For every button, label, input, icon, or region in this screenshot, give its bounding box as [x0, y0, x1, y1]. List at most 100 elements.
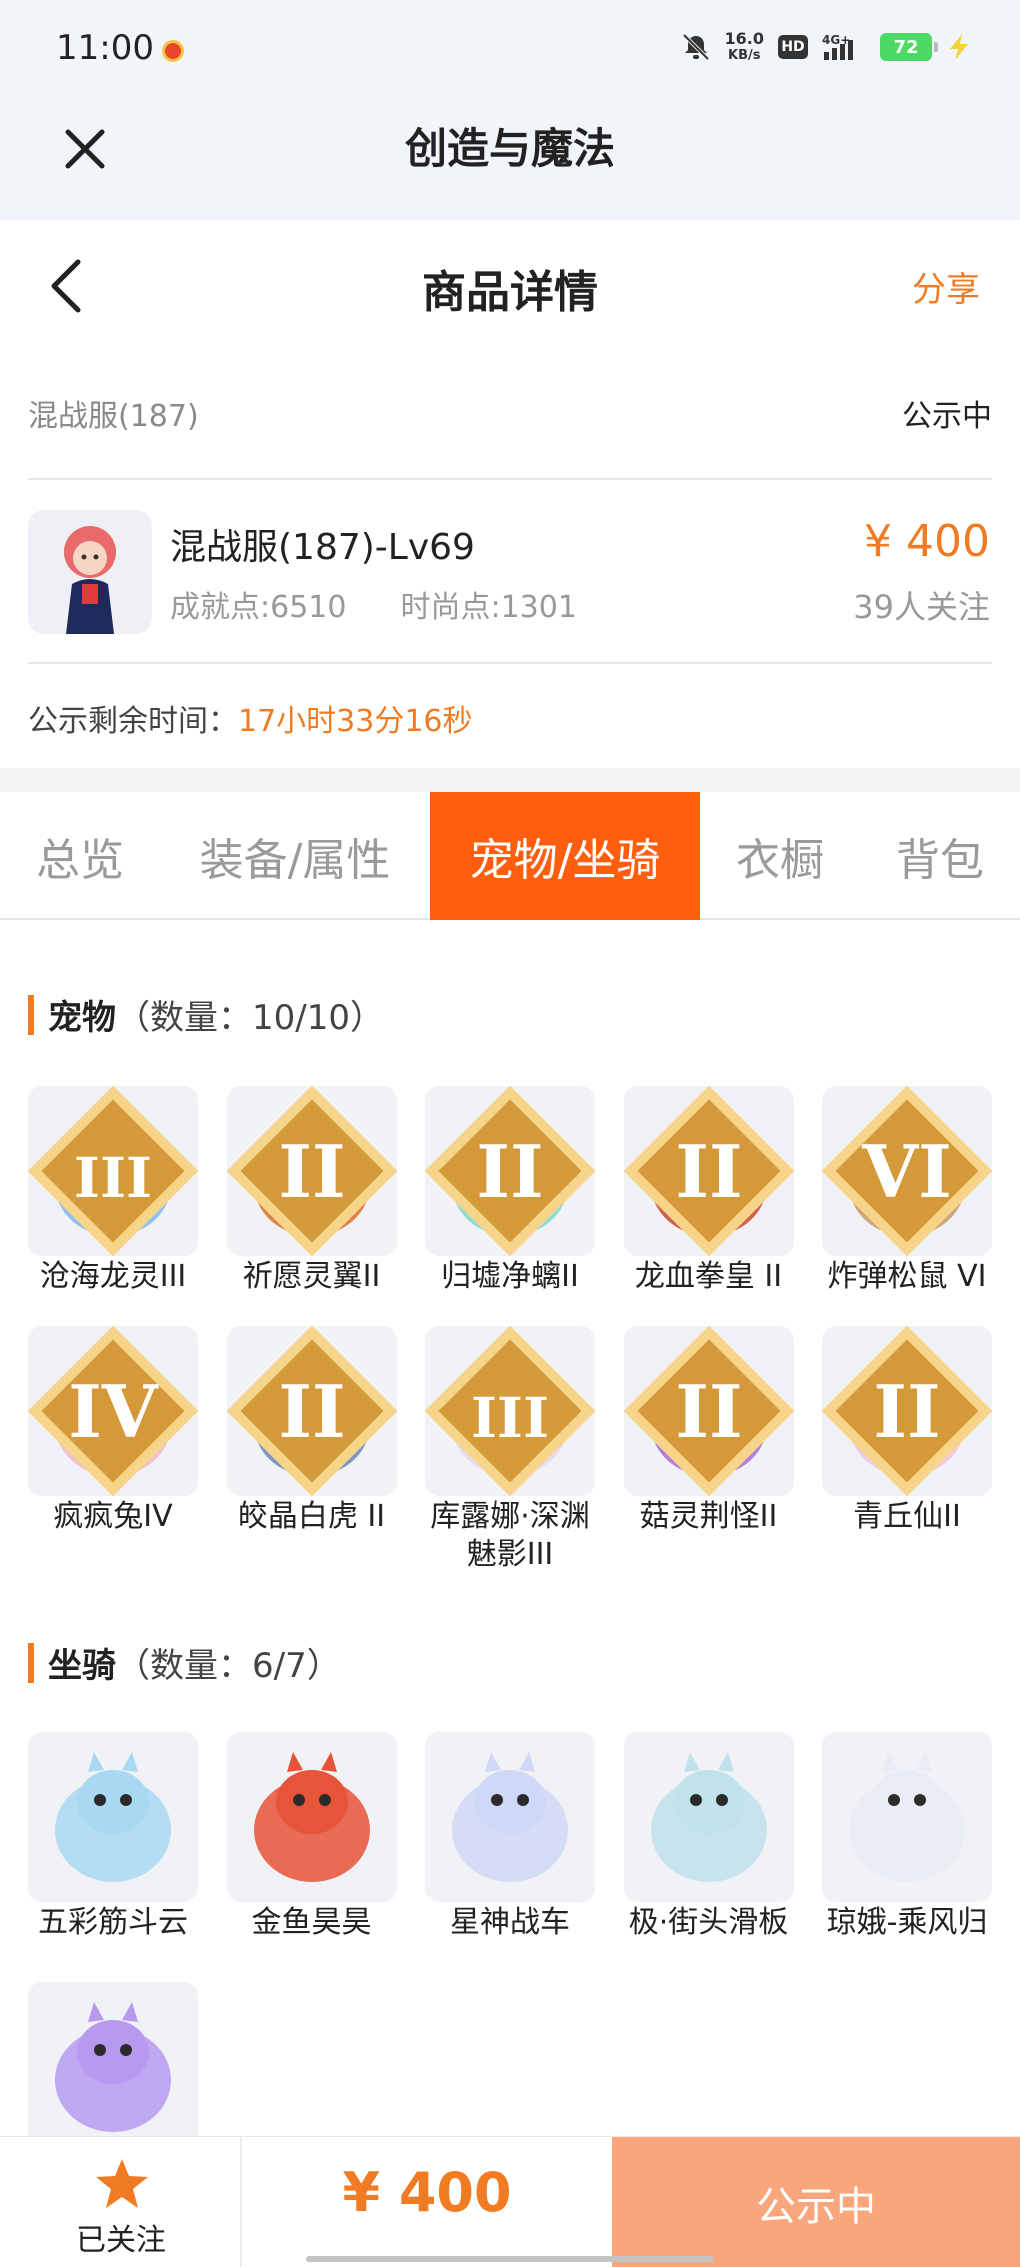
mount-card[interactable]: 琼娥-乘风归 — [822, 1732, 992, 1970]
svg-text:II: II — [476, 1129, 543, 1214]
mount-card[interactable]: 星神战车 — [425, 1732, 595, 1970]
pet-card-name: 库露娜·深渊魅影III — [430, 1499, 590, 1572]
mount-card[interactable]: 五彩筋斗云 — [28, 1732, 198, 1970]
pet-card-image: II — [226, 1326, 397, 1496]
status-icons: 16.0 KB/s HD 4G+ 72 — [681, 30, 972, 64]
pet-card-name: 祈愿灵翼II — [242, 1259, 381, 1294]
svg-text:VI: VI — [861, 1129, 951, 1214]
creature-art — [623, 1732, 794, 1902]
app-header: 11:00 16.0 KB/s HD 4G+ 72 创造与魔法 — [0, 0, 1020, 220]
pet-card-image: III — [28, 1086, 198, 1256]
grade-badge-icon: II — [822, 1326, 992, 1496]
achievement-points: 成就点:6510 — [170, 590, 347, 625]
pet-card-image: VI — [822, 1086, 992, 1256]
grade-badge-icon: III — [28, 1086, 198, 1256]
follow-label: 已关注 — [76, 2223, 166, 2258]
tab-equipment[interactable]: 装备/属性 — [160, 792, 430, 920]
tab-overview[interactable]: 总览 — [0, 792, 160, 920]
svg-text:IV: IV — [68, 1369, 159, 1454]
bottom-bar: 已关注 ¥ 400 公示中 — [0, 2136, 1020, 2267]
pet-card[interactable]: II 归墟净螭II — [425, 1086, 595, 1324]
svg-text:III: III — [74, 1146, 152, 1211]
pet-card-name: 疯疯兔IV — [53, 1499, 173, 1534]
mount-card-name: 金鱼昊昊 — [251, 1905, 372, 1940]
pet-card-name: 炸弹松鼠 VI — [827, 1259, 987, 1294]
signal-icon: 4G+ — [822, 33, 853, 60]
mount-card-image — [623, 1732, 794, 1902]
pet-card-image: II — [623, 1086, 794, 1256]
follower-count: 39人关注 — [853, 588, 990, 626]
tab-backpack[interactable]: 背包 — [860, 792, 1020, 920]
pet-card-name: 龙血拳皇 II — [634, 1259, 783, 1294]
mount-card[interactable]: 金鱼昊昊 — [226, 1732, 397, 1970]
pets-count: （数量：10/10） — [116, 998, 384, 1038]
grade-badge-icon: II — [425, 1086, 595, 1256]
page-title: 商品详情 — [422, 267, 598, 318]
grade-badge-icon: III — [425, 1326, 595, 1496]
status-time: 11:00 — [56, 28, 154, 68]
mount-card-name: 五彩筋斗云 — [38, 1905, 188, 1940]
mount-card[interactable]: 极·街头滑板 — [623, 1732, 794, 1970]
mount-card-image — [226, 1732, 397, 1902]
mount-card-image — [425, 1732, 595, 1902]
pet-card[interactable]: II 青丘仙II — [822, 1326, 992, 1564]
pet-card-name: 归墟净螭II — [441, 1259, 579, 1294]
pet-card[interactable]: II 龙血拳皇 II — [623, 1086, 794, 1324]
svg-text:II: II — [675, 1369, 742, 1454]
mount-card-image — [822, 1732, 992, 1902]
pet-card-image: II — [623, 1326, 794, 1496]
pet-card-image: IV — [28, 1326, 198, 1496]
pet-card-name: 沧海龙灵III — [39, 1259, 187, 1294]
network-speed: 16.0 KB/s — [724, 29, 764, 63]
pet-card[interactable]: III 沧海龙灵III — [28, 1086, 198, 1324]
divider — [28, 662, 992, 664]
battery-icon: 72 — [880, 33, 938, 61]
server-name: 混战服(187) — [28, 399, 199, 434]
pet-card-image: II — [822, 1326, 992, 1496]
svg-text:II: II — [873, 1369, 940, 1454]
share-button[interactable]: 分享 — [912, 262, 980, 311]
detail-tabs: 总览 装备/属性 宠物/坐骑 衣橱 背包 — [0, 792, 1020, 920]
app-title: 创造与魔法 — [404, 124, 615, 173]
mounts-count: （数量：6/7） — [116, 1646, 341, 1686]
pet-card[interactable]: III 库露娜·深渊魅影III — [425, 1326, 595, 1572]
pet-card[interactable]: IV 疯疯兔IV — [28, 1326, 198, 1564]
tab-wardrobe[interactable]: 衣橱 — [700, 792, 860, 920]
home-indicator — [306, 2256, 714, 2262]
listing-status: 公示中 — [902, 399, 992, 434]
character-name: 混战服(187)-Lv69 — [170, 527, 475, 568]
mount-card-name: 极·街头滑板 — [628, 1905, 789, 1940]
notification-app-icon — [162, 40, 184, 62]
grade-badge-icon: IV — [28, 1326, 198, 1496]
grade-badge-icon: II — [226, 1086, 397, 1256]
pet-card[interactable]: VI 炸弹松鼠 VI — [822, 1086, 992, 1324]
charging-icon — [950, 34, 968, 60]
star-icon — [96, 2159, 148, 2208]
tab-pets-mounts[interactable]: 宠物/坐骑 — [430, 792, 700, 920]
divider — [28, 478, 992, 480]
pet-card-image: III — [425, 1326, 595, 1496]
pets-section-title: 宠物 （数量：10/10） — [28, 990, 384, 1039]
character-avatar[interactable] — [28, 510, 152, 634]
pet-card[interactable]: II 祈愿灵翼II — [226, 1086, 397, 1324]
creature-art — [425, 1732, 595, 1902]
svg-text:4G+: 4G+ — [822, 33, 850, 47]
grade-badge-icon: II — [623, 1086, 794, 1256]
status-action-button[interactable]: 公示中 — [612, 2137, 1020, 2267]
pet-card[interactable]: II 菇灵荆怪II — [623, 1326, 794, 1564]
mounts-title: 坐骑 — [48, 1646, 116, 1686]
svg-text:II: II — [278, 1369, 345, 1454]
creature-art — [822, 1732, 992, 1902]
section-gap — [0, 768, 1020, 792]
follow-button[interactable]: 已关注 — [0, 2137, 242, 2267]
svg-text:II: II — [675, 1129, 742, 1214]
pet-card-image: II — [425, 1086, 595, 1256]
pet-card[interactable]: II 皎晶白虎 II — [226, 1326, 397, 1564]
server-row: 混战服(187) 公示中 — [28, 385, 992, 445]
grade-badge-icon: VI — [822, 1086, 992, 1256]
hd-icon: HD — [778, 35, 808, 59]
section-accent-bar — [28, 994, 34, 1035]
page-nav: 商品详情 分享 — [0, 220, 1020, 350]
countdown-label: 公示剩余时间： — [28, 704, 238, 739]
pets-grid: III 沧海龙灵III II 祈愿灵翼II II 归墟净螭II II 龙血拳皇 II VI 炸弹松… — [28, 1086, 992, 1572]
